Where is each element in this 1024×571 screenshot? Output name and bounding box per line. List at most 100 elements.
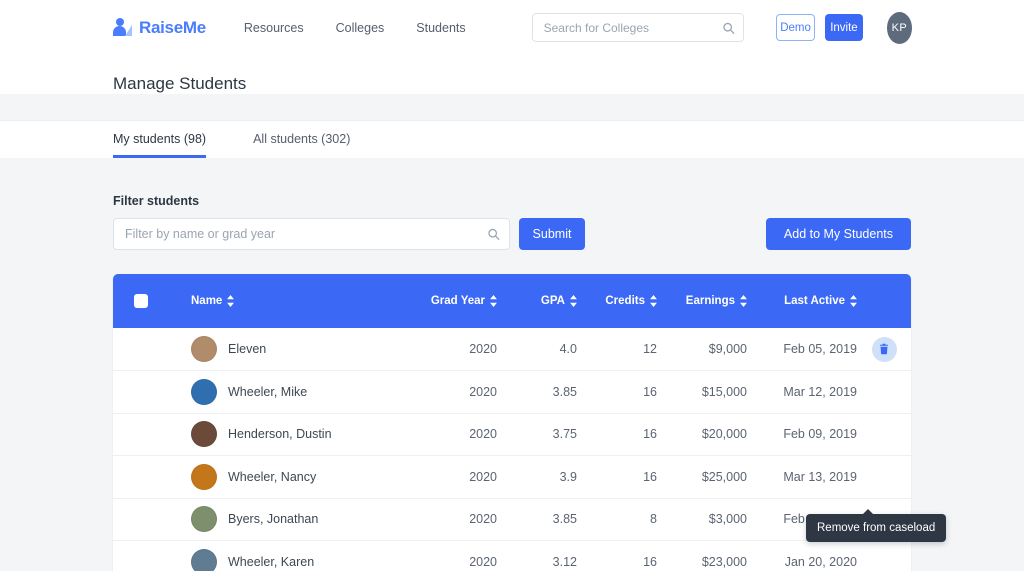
sort-arrows-icon — [850, 295, 857, 307]
grad-year-cell: 2020 — [469, 342, 497, 356]
sort-arrows-icon — [227, 295, 235, 307]
credits-cell: 8 — [650, 512, 657, 527]
header-grad-year[interactable]: Grad Year — [397, 274, 497, 328]
row-select-cell[interactable] — [113, 498, 169, 541]
header-last-active[interactable]: Last Active — [747, 274, 857, 328]
avatar — [191, 548, 217, 571]
credits-cell: 12 — [643, 342, 657, 356]
table-header-row: Name Grad Year GPA Credits Earnings Last… — [113, 274, 911, 328]
students-table-head: Name Grad Year GPA Credits Earnings Last… — [113, 274, 911, 328]
filter-students-input[interactable] — [113, 218, 510, 250]
student-scope-tabs: My students (98) All students (302) — [0, 120, 1024, 158]
student-name-cell: Wheeler, Mike — [169, 371, 397, 414]
student-name-cell: Wheeler, Nancy — [169, 456, 397, 499]
add-to-my-students-button[interactable]: Add to My Students — [765, 218, 911, 250]
header-name[interactable]: Name — [169, 274, 397, 328]
user-avatar[interactable]: KP — [886, 11, 912, 44]
raiseme-logo-icon — [113, 18, 132, 37]
table-row[interactable]: Wheeler, Nancy 2020 3.9 16 $25,000 Mar 13, 20… — [113, 456, 911, 499]
row-actions-cell — [857, 456, 911, 499]
row-select-cell[interactable] — [113, 328, 169, 371]
header-earnings-label: Earnings — [685, 295, 735, 307]
demo-button[interactable]: Demo — [776, 14, 816, 41]
header-earnings[interactable]: Earnings — [657, 274, 747, 328]
avatar — [191, 378, 217, 405]
header-grad-year-label: Grad Year — [430, 295, 485, 307]
nav-link-students[interactable]: Students — [416, 21, 465, 35]
row-select-cell[interactable] — [113, 413, 169, 456]
search-icon — [723, 22, 735, 34]
filter-students-label: Filter students — [113, 194, 200, 208]
credits-cell: 16 — [643, 469, 657, 484]
primary-nav-links: Resources Colleges Students — [244, 21, 466, 35]
credits-cell: 16 — [643, 427, 657, 442]
row-select-cell[interactable] — [113, 371, 169, 414]
header-name-label: Name — [191, 295, 223, 307]
gpa-cell: 3.75 — [552, 427, 577, 442]
remove-student-button[interactable] — [871, 336, 897, 362]
last-active-cell: Mar 13, 2019 — [783, 469, 857, 484]
avatar — [191, 421, 217, 448]
table-row[interactable]: Wheeler, Karen 2020 3.12 16 $23,000 Jan 20, 2… — [113, 541, 911, 571]
student-name: Wheeler, Nancy — [228, 469, 317, 484]
avatar — [191, 463, 217, 490]
submit-filter-button[interactable]: Submit — [519, 218, 585, 250]
table-row[interactable]: Byers, Jonathan20203.858$3,000Feb 05, 20… — [113, 498, 911, 541]
filter-toolbar: Submit Add to My Students — [113, 218, 911, 250]
header-select-all[interactable] — [113, 274, 169, 328]
header-gpa[interactable]: GPA — [497, 274, 577, 328]
table-row[interactable]: Eleven 2020 4.0 12 $9,000 Feb 05, 2019 — [113, 328, 911, 371]
row-actions-cell — [857, 541, 911, 571]
avatar — [191, 506, 217, 533]
gpa-cell: 3.85 — [552, 384, 577, 399]
last-active-cell: Feb 05, 2019 — [783, 342, 857, 356]
gpa-cell: 3.9 — [559, 469, 577, 484]
tooltip-text: Remove from caseload — [817, 522, 936, 534]
raiseme-logo[interactable]: RaiseMe — [113, 18, 206, 38]
student-name: Eleven — [228, 342, 267, 356]
search-icon — [488, 228, 500, 240]
grad-year-cell: 2020 — [469, 512, 497, 527]
tab-all-students[interactable]: All students (302) — [253, 132, 350, 158]
invite-button[interactable]: Invite — [825, 14, 863, 41]
tab-my-students[interactable]: My students (98) — [113, 132, 207, 158]
top-navigation-bar: RaiseMe Resources Colleges Students Demo… — [0, 0, 1024, 56]
students-table-body: Eleven 2020 4.0 12 $9,000 Feb 05, 2019 Wheeler… — [113, 328, 911, 571]
students-table: Name Grad Year GPA Credits Earnings Last… — [113, 274, 911, 571]
earnings-cell: $23,000 — [701, 554, 747, 569]
student-name-cell: Eleven — [169, 328, 397, 371]
credits-cell: 16 — [643, 384, 657, 399]
student-name: Byers, Jonathan — [228, 512, 319, 527]
student-name-cell: Henderson, Dustin — [169, 413, 397, 456]
last-active-cell: Jan 20, 2020 — [784, 554, 857, 569]
gpa-cell: 4.0 — [559, 342, 577, 356]
trash-icon — [879, 343, 889, 355]
gpa-cell: 3.12 — [552, 554, 577, 569]
table-row[interactable]: Wheeler, Mike 2020 3.85 16 $15,000 Mar 12, 20… — [113, 371, 911, 414]
remove-from-caseload-tooltip: Remove from caseload — [806, 509, 947, 542]
student-name-cell: Byers, Jonathan — [169, 498, 397, 541]
header-gpa-label: GPA — [540, 295, 565, 307]
sort-arrows-icon — [570, 295, 577, 307]
row-select-cell[interactable] — [113, 456, 169, 499]
row-select-cell[interactable] — [113, 541, 169, 571]
college-search-input[interactable] — [531, 13, 745, 42]
select-all-checkbox[interactable] — [134, 294, 148, 308]
row-actions-cell — [857, 328, 911, 371]
sort-arrows-icon — [740, 295, 747, 307]
sort-arrows-icon — [490, 295, 497, 307]
nav-link-resources[interactable]: Resources — [244, 21, 304, 35]
earnings-cell: $9,000 — [708, 342, 747, 356]
table-row[interactable]: Henderson, Dustin 2020 3.75 16 $20,000 Feb 09… — [113, 413, 911, 456]
header-credits-label: Credits — [605, 295, 645, 307]
earnings-cell: $15,000 — [701, 384, 747, 399]
earnings-cell: $25,000 — [701, 469, 747, 484]
header-credits[interactable]: Credits — [577, 274, 657, 328]
avatar — [191, 336, 217, 362]
student-name-cell: Wheeler, Karen — [169, 541, 397, 571]
nav-link-colleges[interactable]: Colleges — [336, 21, 385, 35]
grad-year-cell: 2020 — [469, 384, 497, 399]
student-name: Wheeler, Karen — [228, 554, 315, 569]
row-actions-cell — [857, 413, 911, 456]
grad-year-cell: 2020 — [469, 554, 497, 569]
